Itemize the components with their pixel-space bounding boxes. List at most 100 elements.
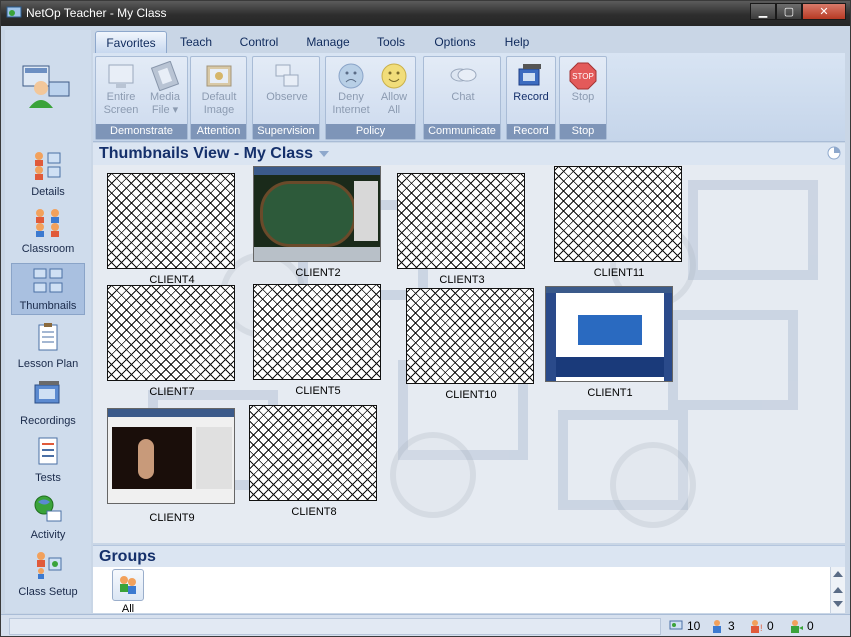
status-attention: ! 0 xyxy=(749,619,774,633)
chat-button[interactable]: Chat xyxy=(440,59,486,123)
status-students: 3 xyxy=(710,619,735,633)
thumbnail-client3[interactable]: CLIENT3 xyxy=(397,173,527,288)
tab-favorites[interactable]: Favorites xyxy=(95,31,167,53)
client-screenshot xyxy=(253,166,381,262)
smiley-icon xyxy=(381,63,407,89)
chat-icon xyxy=(450,68,477,82)
no-image-placeholder xyxy=(107,285,235,381)
sidebar-item-details[interactable]: Details xyxy=(11,148,85,200)
classroom-icon xyxy=(36,209,59,237)
scroll-up-icon[interactable] xyxy=(833,571,843,577)
thumbnail-client4[interactable]: CLIENT4 xyxy=(107,173,237,286)
minimize-button[interactable]: ▁ xyxy=(750,3,776,20)
view-header: Thumbnails View - My Class xyxy=(93,143,845,165)
media-file-label: Media File ▾ xyxy=(150,91,180,116)
sidebar-item-lesson-plan[interactable]: Lesson Plan xyxy=(11,320,85,372)
media-file-button[interactable]: Media File ▾ xyxy=(142,59,188,123)
details-icon xyxy=(35,152,61,180)
sidebar-item-label: Details xyxy=(31,186,65,198)
chevron-down-icon[interactable] xyxy=(319,151,329,157)
stop-icon: STOP xyxy=(569,62,597,90)
sidebar-item-classroom[interactable]: Classroom xyxy=(11,205,85,257)
groups-scrollbar[interactable] xyxy=(830,567,845,613)
app-window: NetOp Teacher - My Class ▁ ▢ ✕ Details C… xyxy=(0,0,851,637)
class-setup-icon xyxy=(37,552,62,579)
sidebar-item-activity[interactable]: Activity xyxy=(11,491,85,543)
default-image-button[interactable]: Default Image xyxy=(196,59,242,123)
students-count: 3 xyxy=(728,619,735,633)
close-button[interactable]: ✕ xyxy=(802,3,846,20)
svg-text:STOP: STOP xyxy=(572,72,594,81)
thumbnail-client2[interactable]: CLIENT2 xyxy=(253,166,383,281)
thumbnail-caption: CLIENT11 xyxy=(593,267,645,279)
tab-teach[interactable]: Teach xyxy=(171,31,221,53)
allow-all-button[interactable]: Allow All xyxy=(371,59,417,123)
group-demonstrate: Entire Screen Media File ▾ Demonstrate xyxy=(95,56,188,140)
stop-button[interactable]: STOP Stop xyxy=(560,59,606,123)
tab-manage[interactable]: Manage xyxy=(299,31,357,53)
no-image-placeholder xyxy=(397,173,525,269)
group-title: Policy xyxy=(326,124,415,139)
group-title: Record xyxy=(507,124,555,139)
chat-label: Chat xyxy=(451,91,475,103)
group-supervision: Observe Supervision xyxy=(252,56,320,140)
thumbnail-caption: CLIENT5 xyxy=(295,385,341,397)
thumbnail-client5[interactable]: CLIENT5 xyxy=(253,284,383,399)
groups-header: Groups xyxy=(93,545,845,568)
thumbnails-icon xyxy=(33,268,63,293)
sidebar-item-recordings[interactable]: Recordings xyxy=(11,377,85,429)
entire-screen-button[interactable]: Entire Screen xyxy=(98,59,144,123)
thumbnail-client9[interactable]: CLIENT9 xyxy=(107,408,237,524)
groups-title: Groups xyxy=(99,548,156,565)
group-record: Record Record xyxy=(506,56,556,140)
minimize-icon: ▁ xyxy=(758,6,768,18)
title-bar[interactable]: NetOp Teacher - My Class ▁ ▢ ✕ xyxy=(1,1,850,26)
thumbnail-client11[interactable]: CLIENT11 xyxy=(554,166,684,281)
no-image-placeholder xyxy=(107,173,235,269)
observe-button[interactable]: Observe xyxy=(264,59,310,123)
tab-tools[interactable]: Tools xyxy=(369,31,413,53)
group-policy: Deny Internet Allow All Policy xyxy=(325,56,416,140)
no-image-placeholder xyxy=(253,284,381,380)
sidebar-item-class-setup[interactable]: Class Setup xyxy=(11,548,85,600)
thumbnail-caption: CLIENT10 xyxy=(445,389,497,401)
film-icon xyxy=(150,61,180,91)
maximize-button[interactable]: ▢ xyxy=(776,3,802,20)
record-button[interactable]: Record xyxy=(508,59,554,123)
thumbnail-client7[interactable]: CLIENT7 xyxy=(107,285,237,400)
group-title: Stop xyxy=(560,124,606,139)
status-message-area xyxy=(9,618,661,635)
group-stop: STOP Stop Stop xyxy=(559,56,607,140)
sidebar-item-label: Tests xyxy=(35,472,61,484)
thumbnail-client8[interactable]: CLIENT8 xyxy=(249,405,379,520)
ribbon-tabs: Favorites Teach Control Manage Tools Opt… xyxy=(93,31,845,53)
sidebar-item-thumbnails[interactable]: Thumbnails xyxy=(11,263,85,315)
observe-icon xyxy=(275,64,299,87)
allow-all-label: Allow All xyxy=(380,91,408,116)
pie-chart-icon[interactable] xyxy=(827,146,841,160)
sidebar-item-label: Lesson Plan xyxy=(17,358,79,370)
tab-options[interactable]: Options xyxy=(427,31,483,53)
tab-control[interactable]: Control xyxy=(231,31,287,53)
groups-panel: All xyxy=(93,567,845,615)
deny-internet-button[interactable]: Deny Internet xyxy=(328,59,374,123)
thumbnail-client10[interactable]: CLIENT10 xyxy=(406,288,536,403)
attention-icon: ! xyxy=(751,620,763,633)
scroll-down-icon[interactable] xyxy=(833,601,843,607)
thumbnail-client1[interactable]: CLIENT1 xyxy=(545,286,675,401)
scroll-up-icon[interactable] xyxy=(833,587,843,593)
tab-help[interactable]: Help xyxy=(495,31,539,53)
client-screenshot xyxy=(545,286,673,382)
status-computers: 10 xyxy=(669,619,700,633)
group-title: Attention xyxy=(191,124,246,139)
close-icon: ✕ xyxy=(819,6,829,18)
svg-text:!: ! xyxy=(760,623,763,633)
record-label: Record xyxy=(513,91,549,103)
no-image-placeholder xyxy=(554,166,682,262)
group-all[interactable]: All xyxy=(111,569,145,615)
tests-icon xyxy=(38,437,58,465)
netop-app-icon xyxy=(6,6,22,18)
sidebar-item-tests[interactable]: Tests xyxy=(11,434,85,486)
view-title[interactable]: Thumbnails View - My Class xyxy=(99,145,313,163)
no-image-placeholder xyxy=(249,405,377,501)
